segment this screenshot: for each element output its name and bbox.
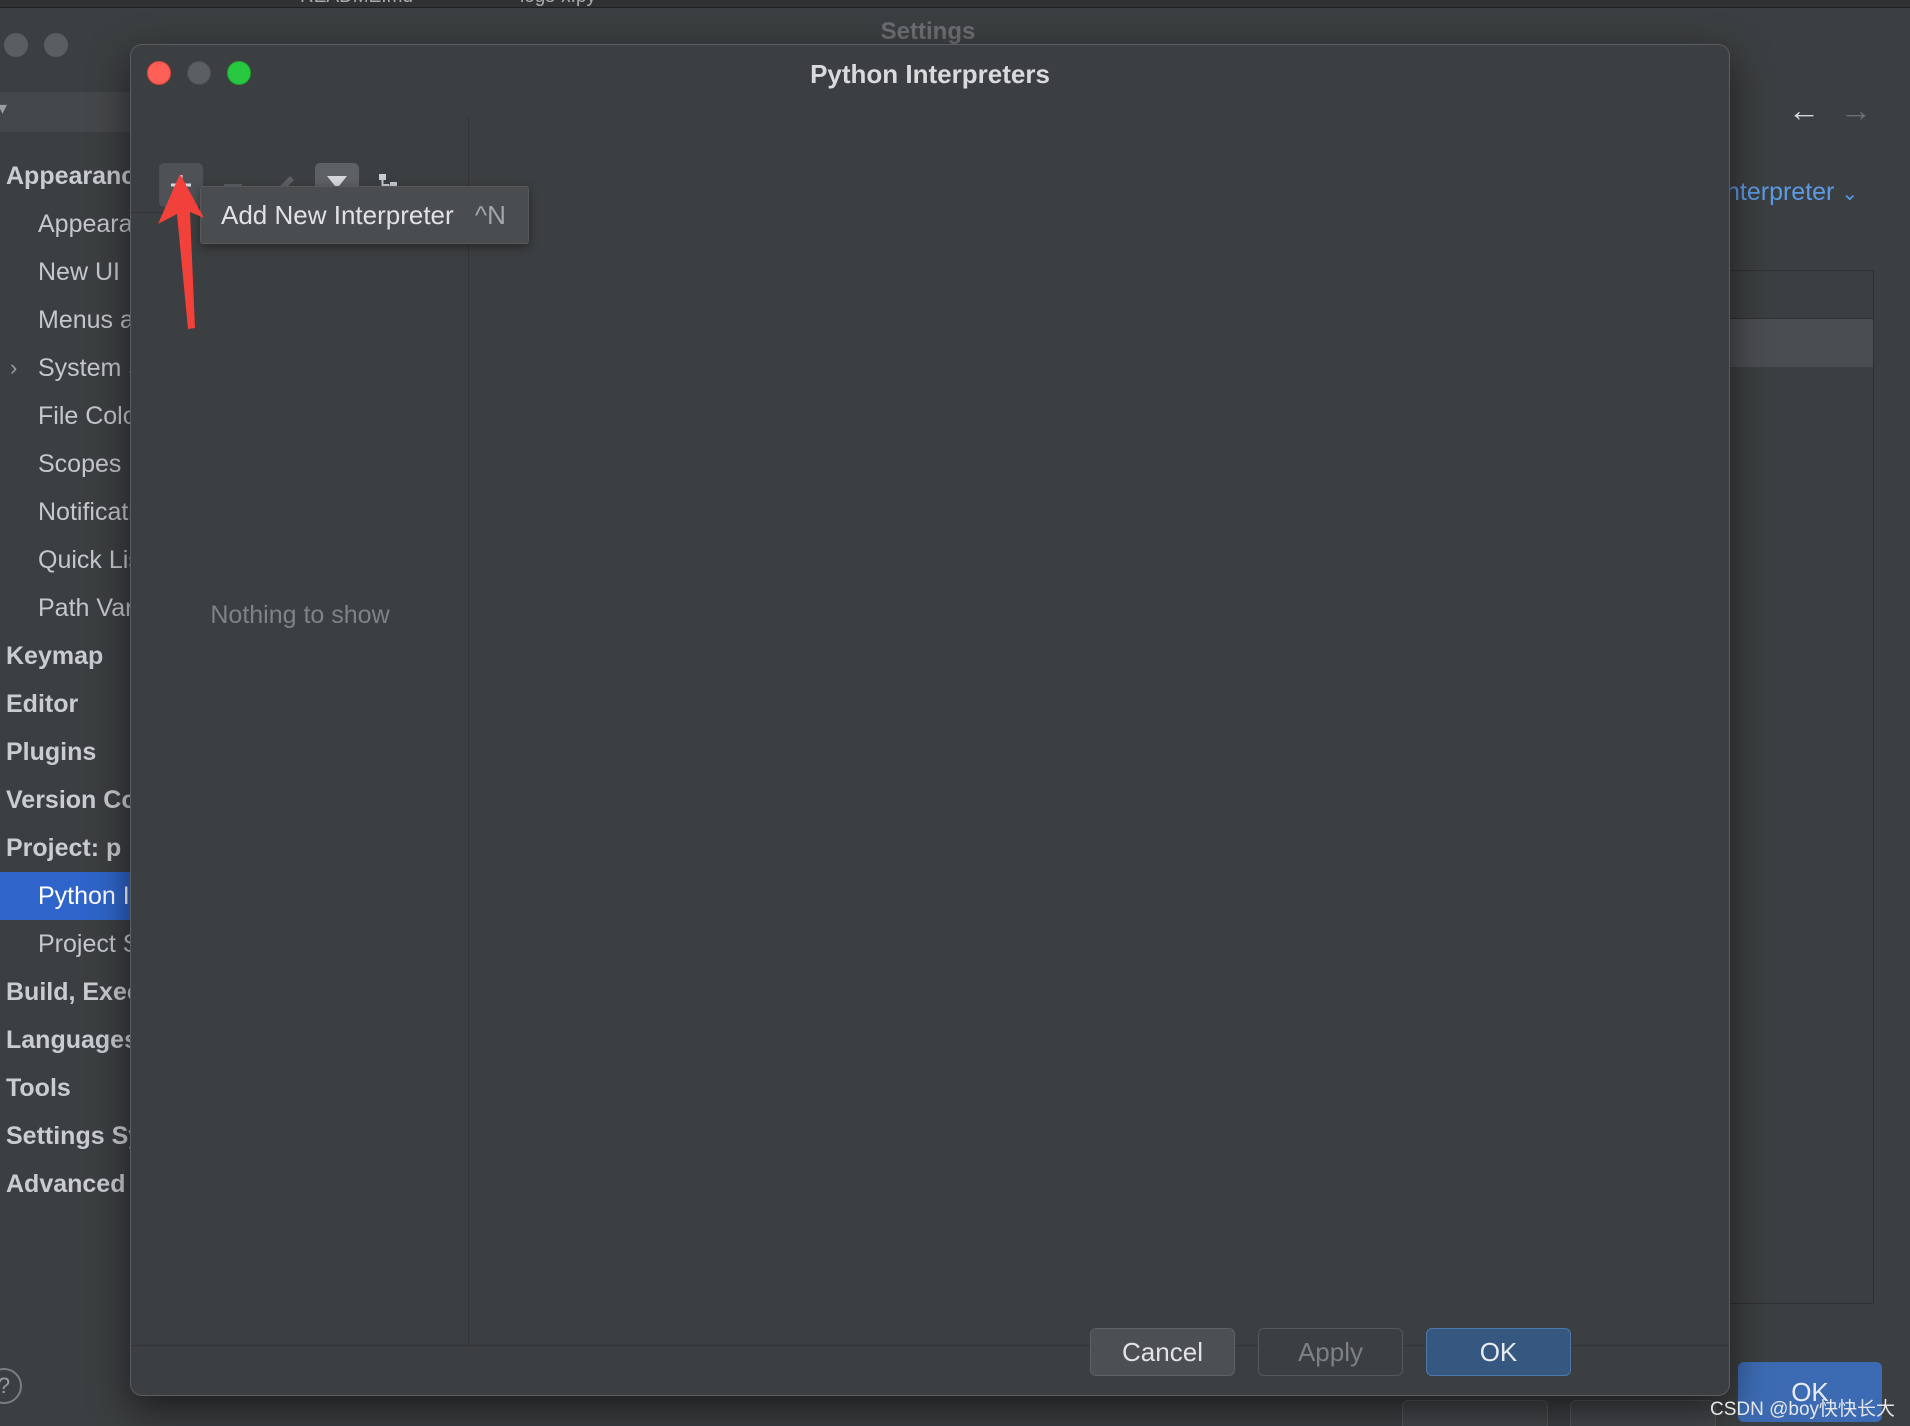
empty-state-text: Nothing to show bbox=[210, 601, 390, 629]
tree-item-plugins[interactable]: Plugins bbox=[0, 728, 132, 776]
interpreter-details-panel bbox=[469, 117, 1729, 1345]
arrow-left-icon[interactable]: ← bbox=[1788, 92, 1820, 128]
tree-item-appearance-behavior[interactable]: Appearance & Behavior bbox=[0, 152, 132, 200]
tree-item-quick-lists[interactable]: Quick Lists bbox=[0, 536, 132, 584]
tree-item-languages-frameworks[interactable]: Languages & Frameworks bbox=[0, 1016, 132, 1064]
tree-item-tools[interactable]: Tools bbox=[0, 1064, 132, 1112]
cancel-button[interactable]: Cancel bbox=[1090, 1328, 1235, 1376]
ide-tab-logs[interactable]: logs-x.py bbox=[520, 0, 596, 7]
settings-title: Settings bbox=[880, 18, 976, 45]
tree-item-new-ui[interactable]: New UI bbox=[0, 248, 132, 296]
settings-tree: Appearance & Behavior Appearance New UI … bbox=[0, 152, 132, 1332]
chevron-down-icon: ⌄ bbox=[1841, 183, 1859, 205]
chevron-right-icon[interactable]: › bbox=[10, 344, 17, 392]
table-header bbox=[1727, 271, 1873, 319]
tree-item-file-colors[interactable]: File Colors bbox=[0, 392, 132, 440]
tooltip-shortcut: ^N bbox=[474, 200, 506, 230]
tree-item-advanced-settings[interactable]: Advanced Settings bbox=[0, 1160, 132, 1208]
tree-item-notifications[interactable]: Notifications bbox=[0, 488, 132, 536]
tree-item-editor[interactable]: Editor bbox=[0, 680, 132, 728]
table-row[interactable] bbox=[1727, 319, 1873, 367]
red-annotation-arrow bbox=[158, 174, 204, 329]
tree-item-build-execution[interactable]: Build, Execution, Deployment bbox=[0, 968, 132, 1016]
navigation-arrows: ← → bbox=[1788, 92, 1888, 132]
ide-tab-readme[interactable]: README.md bbox=[300, 0, 413, 7]
settings-search-input[interactable]: ▾ bbox=[0, 92, 132, 132]
tree-item-menus-toolbars[interactable]: Menus and Toolbars bbox=[0, 296, 132, 344]
settings-cancel-button[interactable] bbox=[1402, 1400, 1548, 1426]
python-interpreters-dialog: Python Interpreters Nothing to show bbox=[130, 44, 1730, 1396]
add-interpreter-tooltip: Add New Interpreter ^N bbox=[200, 186, 529, 244]
packages-table bbox=[1726, 270, 1874, 1304]
dialog-titlebar: Python Interpreters bbox=[131, 45, 1729, 105]
interpreter-link-label: nterpreter bbox=[1726, 178, 1835, 206]
tree-item-system-settings[interactable]: › System Settings bbox=[0, 344, 132, 392]
tree-item-project[interactable]: Project: p bbox=[0, 824, 132, 872]
ide-tab-strip: README.md logs-x.py bbox=[0, 0, 1910, 8]
help-button[interactable]: ? bbox=[0, 1368, 22, 1404]
chevron-down-icon: ▾ bbox=[0, 98, 8, 118]
tree-item-project-structure[interactable]: Project Structure bbox=[0, 920, 132, 968]
watermark: CSDN @boy快快长大 bbox=[1710, 1399, 1896, 1420]
tree-item-settings-sync[interactable]: Settings Sync bbox=[0, 1112, 132, 1160]
python-interpreter-dropdown[interactable]: nterpreter ⌄ bbox=[1726, 178, 1858, 207]
tooltip-label: Add New Interpreter bbox=[221, 200, 454, 230]
settings-apply-button[interactable] bbox=[1570, 1400, 1716, 1426]
tree-item-appearance[interactable]: Appearance bbox=[0, 200, 132, 248]
tree-item-path-variables[interactable]: Path Variables bbox=[0, 584, 132, 632]
tree-item-version-control[interactable]: Version Control bbox=[0, 776, 132, 824]
dialog-title: Python Interpreters bbox=[810, 59, 1050, 89]
tree-item-scopes[interactable]: Scopes bbox=[0, 440, 132, 488]
tree-item-label: System Settings bbox=[38, 354, 132, 382]
tree-item-python-interpreter[interactable]: Python Interpreter bbox=[0, 872, 132, 920]
tree-item-keymap[interactable]: Keymap bbox=[0, 632, 132, 680]
ok-button[interactable]: OK bbox=[1426, 1328, 1571, 1376]
arrow-right-icon[interactable]: → bbox=[1840, 92, 1872, 128]
apply-button[interactable]: Apply bbox=[1258, 1328, 1403, 1376]
